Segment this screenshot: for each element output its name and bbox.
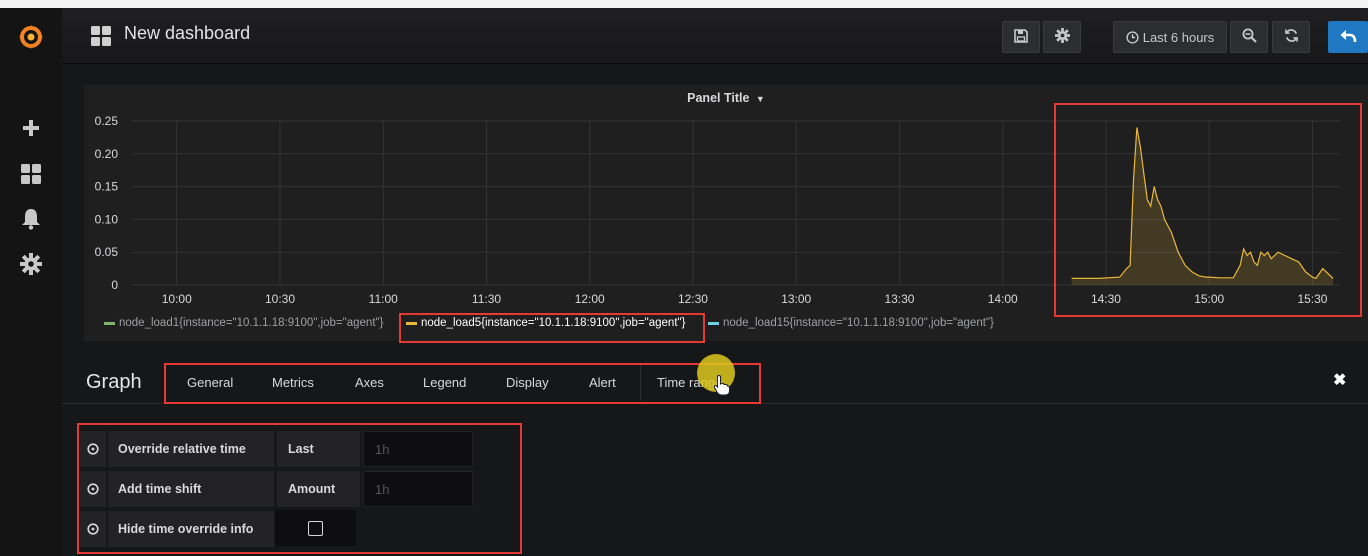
legend-item-node-load5[interactable]: node_load5{instance="10.1.1.18:9100",job… bbox=[406, 317, 685, 329]
x-tick-label: 10:00 bbox=[162, 292, 192, 306]
override-relative-time-label: Override relative time bbox=[108, 431, 274, 467]
y-tick-label: 0.20 bbox=[95, 147, 119, 161]
gear-icon[interactable] bbox=[16, 249, 46, 279]
series-area-node-load5 bbox=[1071, 127, 1334, 285]
info-circle-icon bbox=[80, 511, 106, 547]
tab-display[interactable]: Display bbox=[506, 375, 549, 390]
zoom-out-button[interactable] bbox=[1230, 21, 1268, 53]
grafana-logo-icon[interactable] bbox=[16, 22, 46, 52]
y-tick-label: 0.15 bbox=[95, 180, 119, 194]
x-tick-label: 12:30 bbox=[678, 292, 708, 306]
hand-pointer-icon bbox=[713, 374, 731, 399]
legend-item-node-load1[interactable]: node_load1{instance="10.1.1.18:9100",job… bbox=[104, 317, 383, 329]
y-tick-label: 0.25 bbox=[95, 114, 119, 128]
x-tick-label: 15:30 bbox=[1297, 292, 1327, 306]
editor-title: Graph bbox=[86, 371, 142, 393]
x-tick-label: 11:30 bbox=[472, 292, 501, 306]
time-range-label: Last 6 hours bbox=[1142, 29, 1215, 45]
y-tick-label: 0.05 bbox=[95, 245, 119, 259]
tab-axes[interactable]: Axes bbox=[355, 375, 384, 390]
last-label: Last bbox=[277, 431, 360, 467]
graph-panel: Panel Title ▼ 0.25 0.20 0.15 0.10 0.05 0 10:00… bbox=[84, 85, 1368, 341]
legend-item-node-load15[interactable]: node_load15{instance="10.1.1.18:9100",jo… bbox=[708, 317, 994, 329]
time-shift-amount-input[interactable] bbox=[363, 471, 473, 507]
add-time-shift-label: Add time shift bbox=[108, 471, 274, 507]
dashboard-grid-icon bbox=[90, 25, 112, 50]
y-tick-label: 0.10 bbox=[95, 212, 119, 226]
zoom-out-icon bbox=[1242, 28, 1257, 46]
info-circle-icon bbox=[80, 471, 106, 507]
sidebar bbox=[0, 8, 62, 556]
refresh-button[interactable] bbox=[1272, 21, 1310, 53]
x-tick-label: 13:00 bbox=[781, 292, 811, 306]
save-button[interactable] bbox=[1002, 21, 1040, 53]
legend-swatch bbox=[406, 321, 417, 325]
dashboard-title[interactable]: New dashboard bbox=[124, 23, 250, 44]
hide-time-override-info-checkbox[interactable] bbox=[275, 510, 356, 546]
y-tick-label: 0 bbox=[111, 278, 118, 292]
clock-icon bbox=[1126, 30, 1139, 44]
override-relative-time-input[interactable] bbox=[363, 431, 473, 467]
hide-time-override-info-label: Hide time override info bbox=[108, 511, 274, 547]
top-navbar: New dashboard Last 6 hours bbox=[62, 8, 1368, 64]
graph-canvas[interactable]: 0.25 0.20 0.15 0.10 0.05 0 10:00 10:30 11:00 11:3… bbox=[84, 85, 1368, 311]
settings-button[interactable] bbox=[1043, 21, 1081, 53]
dashboards-icon[interactable] bbox=[16, 159, 46, 189]
legend-swatch bbox=[708, 321, 719, 325]
x-tick-label: 14:00 bbox=[988, 292, 1018, 306]
x-tick-label: 10:30 bbox=[265, 292, 295, 306]
window-top-strip bbox=[0, 0, 1368, 8]
save-icon bbox=[1014, 28, 1028, 46]
settings-gear-icon bbox=[1054, 28, 1070, 46]
x-tick-label: 14:30 bbox=[1091, 292, 1121, 306]
time-picker-button[interactable]: Last 6 hours bbox=[1113, 21, 1227, 53]
x-tick-label: 15:00 bbox=[1194, 292, 1224, 306]
tab-legend[interactable]: Legend bbox=[423, 375, 466, 390]
plus-icon[interactable] bbox=[16, 113, 46, 143]
tab-divider bbox=[640, 365, 641, 401]
close-editor-icon[interactable]: ✖ bbox=[1333, 370, 1346, 390]
x-tick-label: 11:00 bbox=[369, 292, 398, 306]
back-arrow-icon bbox=[1339, 28, 1357, 47]
x-tick-label: 13:30 bbox=[884, 292, 914, 306]
checkbox-box bbox=[308, 520, 323, 536]
tab-general[interactable]: General bbox=[187, 375, 233, 390]
refresh-icon bbox=[1284, 28, 1299, 46]
alert-bell-icon[interactable] bbox=[16, 204, 46, 234]
amount-label: Amount bbox=[277, 471, 360, 507]
tab-metrics[interactable]: Metrics bbox=[272, 375, 314, 390]
x-tick-label: 12:00 bbox=[575, 292, 605, 306]
tab-alert[interactable]: Alert bbox=[589, 375, 616, 390]
legend-swatch bbox=[104, 321, 115, 325]
series-line-node-load5 bbox=[1071, 127, 1334, 280]
info-circle-icon bbox=[80, 431, 106, 467]
back-to-dashboard-button[interactable] bbox=[1328, 21, 1368, 53]
